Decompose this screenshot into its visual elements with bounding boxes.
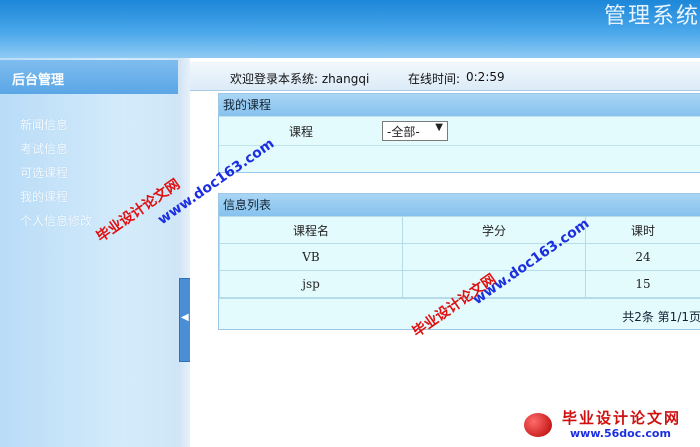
my-courses-header: 我的课程 xyxy=(219,94,700,116)
table-header-row: 课程名 学分 课时 xyxy=(219,216,700,244)
cell-hours: 24 xyxy=(585,243,700,271)
system-title: 管理系统 xyxy=(603,4,700,29)
main-content: 欢迎登录本系统: zhangqi 在线时间: 0:2:59 我的课程 课程 -全… xyxy=(190,58,700,447)
triangle-left-icon: ◀ xyxy=(181,312,189,323)
filter-row-empty xyxy=(219,145,700,172)
triangle-down-icon: ▼ xyxy=(435,122,443,133)
cell-course-name: jsp xyxy=(219,270,403,298)
pager-text: 共2条 第1/1页 xyxy=(622,310,700,324)
filter-row: 课程 -全部- ▼ xyxy=(219,116,700,145)
course-filter-value: -全部- xyxy=(387,125,420,139)
top-banner: 管理系统 xyxy=(0,0,700,58)
site-logo-icon xyxy=(524,413,552,437)
course-table: 课程名 学分 课时 VB 24 jsp 15 xyxy=(219,216,700,298)
sidebar-item-my-courses[interactable]: 我的课程 xyxy=(20,188,92,212)
cell-course-name: VB xyxy=(219,243,403,271)
table-row: VB 24 xyxy=(219,243,700,271)
online-time-label: 在线时间: xyxy=(408,72,461,86)
column-header-hours: 课时 xyxy=(585,216,700,244)
sidebar-menu: 新闻信息 考试信息 可选课程 我的课程 个人信息修改 xyxy=(20,116,92,236)
course-filter-label: 课程 xyxy=(289,125,314,139)
info-list-header: 信息列表 xyxy=(219,194,700,216)
sidebar: 后台管理 新闻信息 考试信息 可选课程 我的课程 个人信息修改 xyxy=(0,58,178,447)
bottom-watermark-url: www.56doc.com xyxy=(570,427,671,440)
welcome-text: 欢迎登录本系统: zhangqi xyxy=(230,72,370,86)
course-filter-select[interactable]: -全部- ▼ xyxy=(382,121,448,141)
bottom-watermark-cn: 毕业设计论文网 xyxy=(562,409,682,427)
sidebar-splitter xyxy=(178,58,190,447)
sidebar-item-news[interactable]: 新闻信息 xyxy=(20,116,92,140)
sidebar-item-exams[interactable]: 考试信息 xyxy=(20,140,92,164)
sidebar-item-profile-edit[interactable]: 个人信息修改 xyxy=(20,212,92,236)
cell-hours: 15 xyxy=(585,270,700,298)
sidebar-title: 后台管理 xyxy=(12,73,65,88)
sidebar-item-available-courses[interactable]: 可选课程 xyxy=(20,164,92,188)
my-courses-panel: 我的课程 课程 -全部- ▼ xyxy=(218,93,700,173)
bottom-watermark: 毕业设计论文网 www.56doc.com xyxy=(524,407,694,443)
online-time-value: 0:2:59 xyxy=(466,70,505,84)
sidebar-header: 后台管理 xyxy=(0,60,178,94)
welcome-bar: 欢迎登录本系统: zhangqi 在线时间: 0:2:59 xyxy=(190,62,700,91)
column-header-course-name: 课程名 xyxy=(219,216,403,244)
